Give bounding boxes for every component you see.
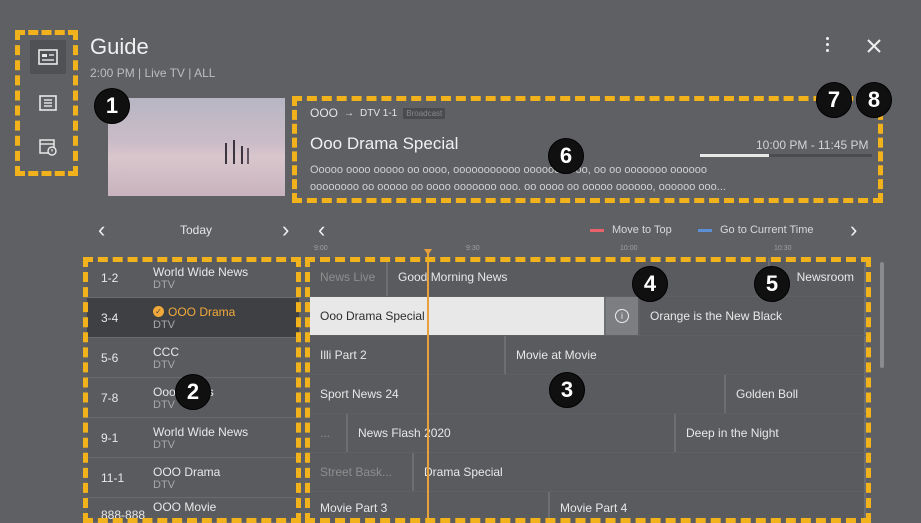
callout-marker-3: 3 xyxy=(549,372,585,408)
channel-name: OOO Drama xyxy=(168,304,236,319)
channel-number: 11-1 xyxy=(101,470,125,485)
next-time-button[interactable]: › xyxy=(850,217,857,243)
info-icon: i xyxy=(615,309,629,323)
guide-icon xyxy=(38,49,58,65)
program-thumbnail xyxy=(108,98,285,196)
time-tick-1000: 10:00 xyxy=(620,245,638,252)
program-cell[interactable]: Orange is the New Black xyxy=(640,297,866,335)
program-cell-focused[interactable]: Ooo Drama Special xyxy=(310,297,606,335)
list-mode-button[interactable] xyxy=(30,86,66,120)
channel-name: OOO Movie xyxy=(153,500,217,514)
program-cell[interactable]: Drama Special xyxy=(414,453,866,491)
red-key-icon xyxy=(590,228,604,232)
close-button[interactable] xyxy=(866,38,884,56)
time-tick-1030: 10:30 xyxy=(774,245,792,252)
current-time-line xyxy=(427,250,429,523)
program-info-button[interactable]: i xyxy=(606,297,638,335)
program-cell[interactable]: Good Morning News xyxy=(388,258,770,296)
callout-marker-6: 6 xyxy=(548,138,584,174)
page-subtitle: 2:00 PM | Live TV | ALL xyxy=(90,66,216,80)
program-cell[interactable]: News Live xyxy=(310,258,388,296)
program-description: Ooooo oooo ooooo oo oooo, ooooooooooo oo… xyxy=(310,162,870,196)
channel-row[interactable]: 1-2 World Wide News DTV xyxy=(87,258,299,298)
channel-row[interactable]: 9-1 World Wide News DTV xyxy=(87,418,299,458)
callout-marker-4: 4 xyxy=(632,266,668,302)
channel-input: DTV 1-1 xyxy=(360,107,398,119)
more-options-button[interactable] xyxy=(822,37,832,55)
list-icon xyxy=(39,95,57,111)
channel-row[interactable]: 888-888 OOO Movie xyxy=(87,498,299,523)
description-line-2: oooooooo oo ooooo oo oooo ooooooo ooo. o… xyxy=(310,181,726,193)
channel-row-selected[interactable]: 3-4 ✓ OOO Drama DTV xyxy=(87,298,299,338)
program-cell[interactable]: Movie at Movie xyxy=(506,336,866,374)
callout-marker-5: 5 xyxy=(754,266,790,302)
channel-type: DTV xyxy=(153,278,175,291)
schedule-icon xyxy=(39,139,57,156)
move-to-top-legend[interactable]: Move to Top xyxy=(590,224,672,236)
program-time: 10:00 PM - 11:45 PM xyxy=(756,138,869,152)
program-cell[interactable]: Golden Boll xyxy=(726,375,866,413)
time-tick-930: 9:30 xyxy=(466,245,480,252)
program-cell[interactable]: Movie Part 3 xyxy=(310,492,550,523)
chevron-right-icon: › xyxy=(850,217,858,242)
schedule-mode-button[interactable] xyxy=(30,130,66,164)
channel-name: World Wide News xyxy=(153,424,249,439)
channel-number: 9-1 xyxy=(101,430,119,445)
go-to-current-time-label: Go to Current Time xyxy=(720,224,814,236)
broadcast-badge: Broadcast xyxy=(403,107,446,119)
description-line-1: Ooooo oooo ooooo oo oooo, ooooooooooo oo… xyxy=(310,164,707,176)
channel-name: OOO Drama xyxy=(153,464,221,479)
callout-marker-2: 2 xyxy=(175,374,211,410)
callout-marker-7: 7 xyxy=(816,82,852,118)
channel-type: DTV xyxy=(153,478,175,491)
chevron-left-icon: ‹ xyxy=(318,217,326,242)
program-cell[interactable]: ... xyxy=(310,414,348,452)
channel-name: OOO xyxy=(310,106,339,120)
channel-number: 3-4 xyxy=(101,310,119,325)
channel-number: 1-2 xyxy=(101,270,119,285)
more-options-icon xyxy=(825,37,829,52)
program-cell[interactable]: Deep in the Night xyxy=(676,414,866,452)
program-cell[interactable]: Illi Part 2 xyxy=(310,336,506,374)
chevron-right-icon: › xyxy=(282,217,290,242)
blue-key-icon xyxy=(698,228,712,232)
channel-number: 7-8 xyxy=(101,390,119,405)
guide-mode-button[interactable] xyxy=(30,40,66,74)
channel-number: 5-6 xyxy=(101,350,119,365)
channel-number: 888-888 xyxy=(101,508,146,522)
program-cell[interactable]: News Flash 2020 xyxy=(348,414,676,452)
current-time-marker-icon xyxy=(424,249,432,255)
date-label: Today xyxy=(180,223,213,237)
channel-type: DTV xyxy=(153,318,175,331)
program-progress-fill xyxy=(700,154,769,157)
check-icon: ✓ xyxy=(153,306,164,317)
time-tick-900: 9:00 xyxy=(314,245,328,252)
channel-row[interactable]: 5-6 CCC DTV xyxy=(87,338,299,378)
page-title: Guide xyxy=(90,34,149,59)
prev-time-button[interactable]: ‹ xyxy=(318,217,325,243)
channel-type: DTV xyxy=(153,358,175,371)
callout-marker-8: 8 xyxy=(856,82,892,118)
program-channel: OOO → DTV 1-1 Broadcast xyxy=(310,106,446,120)
program-cell[interactable]: Movie Part 4 xyxy=(550,492,866,523)
close-icon xyxy=(867,39,881,53)
chevron-left-icon: ‹ xyxy=(98,217,106,242)
prev-day-button[interactable]: ‹ xyxy=(98,217,105,243)
channel-name: World Wide News xyxy=(153,264,249,279)
program-title: Ooo Drama Special xyxy=(310,134,459,153)
program-cell[interactable]: Street Bask... xyxy=(310,453,414,491)
next-day-button[interactable]: › xyxy=(282,217,289,243)
channel-type: DTV xyxy=(153,438,175,451)
callout-marker-1: 1 xyxy=(94,88,130,124)
channel-name: CCC xyxy=(153,344,179,359)
program-cell[interactable]: Sport News 24 xyxy=(310,375,726,413)
program-progress-bar xyxy=(700,154,872,157)
input-arrow-icon: → xyxy=(344,107,355,119)
grid-scrollbar[interactable] xyxy=(880,262,884,368)
move-to-top-label: Move to Top xyxy=(612,224,672,236)
channel-row[interactable]: 11-1 OOO Drama DTV xyxy=(87,458,299,498)
go-to-current-time-legend[interactable]: Go to Current Time xyxy=(698,224,814,236)
